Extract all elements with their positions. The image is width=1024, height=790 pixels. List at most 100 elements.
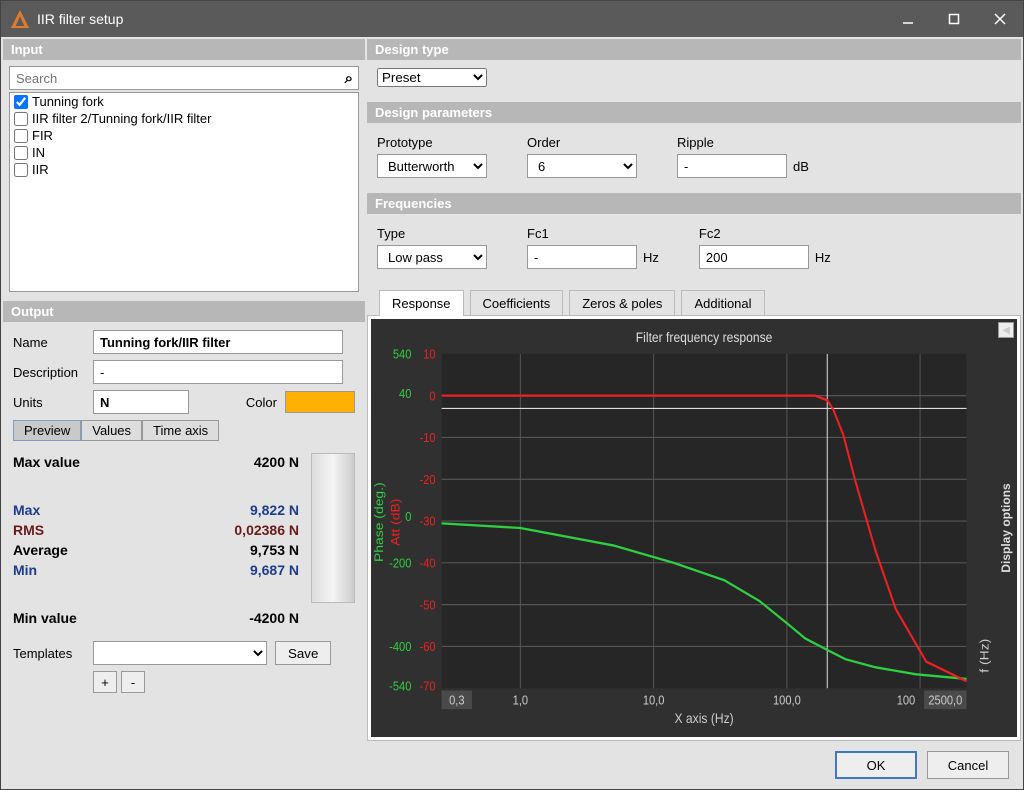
fc1-label: Fc1: [527, 226, 659, 241]
channel-checkbox[interactable]: [14, 112, 28, 126]
timeaxis-button[interactable]: Time axis: [142, 420, 219, 441]
maximize-button[interactable]: [931, 1, 977, 37]
search-input[interactable]: [9, 66, 359, 90]
units-label: Units: [13, 395, 85, 410]
svg-text:-200: -200: [389, 556, 412, 571]
templates-label: Templates: [13, 646, 85, 661]
values-button[interactable]: Values: [81, 420, 142, 441]
svg-text:-50: -50: [420, 598, 436, 613]
name-input[interactable]: [93, 330, 343, 354]
tab-additional[interactable]: Additional: [681, 290, 764, 316]
order-select[interactable]: 6: [527, 154, 637, 178]
design-params-header: Design parameters: [367, 102, 1021, 123]
name-label: Name: [13, 335, 85, 350]
svg-text:40: 40: [399, 386, 412, 401]
svg-text:540: 540: [393, 347, 412, 362]
design-type-select[interactable]: Preset: [377, 68, 487, 87]
maxvalue-label: Max value: [13, 454, 80, 470]
channel-label: FIR: [32, 128, 53, 143]
minimize-button[interactable]: [885, 1, 931, 37]
svg-text:Phase (deg.): Phase (deg.): [372, 482, 386, 562]
channel-listbox[interactable]: Tunning fork IIR filter 2/Tunning fork/I…: [9, 92, 359, 292]
channel-checkbox[interactable]: [14, 95, 28, 109]
frequencies-header: Frequencies: [367, 193, 1021, 214]
units-input[interactable]: [93, 390, 189, 414]
channel-checkbox[interactable]: [14, 146, 28, 160]
dialog-footer: OK Cancel: [1, 743, 1023, 789]
window-title: IIR filter setup: [37, 11, 885, 27]
svg-text:f (Hz): f (Hz): [978, 639, 992, 673]
design-type-panel: Design type Preset: [367, 39, 1021, 99]
svg-text:-10: -10: [420, 430, 436, 445]
app-icon: [11, 10, 29, 28]
fc2-input[interactable]: [699, 245, 809, 269]
design-params-panel: Design parameters Prototype Butterworth …: [367, 102, 1021, 190]
cancel-button[interactable]: Cancel: [927, 751, 1009, 779]
save-template-button[interactable]: Save: [275, 641, 331, 665]
tab-zeros-poles[interactable]: Zeros & poles: [569, 290, 675, 316]
preview-button[interactable]: Preview: [13, 420, 81, 441]
svg-text:10: 10: [423, 347, 436, 362]
svg-text:-400: -400: [389, 639, 412, 654]
templates-select[interactable]: [93, 641, 267, 665]
close-button[interactable]: [977, 1, 1023, 37]
list-item: Tunning fork: [10, 93, 358, 110]
filtertype-select[interactable]: Low pass: [377, 245, 487, 269]
titlebar: IIR filter setup: [1, 1, 1023, 37]
svg-text:0: 0: [405, 509, 411, 524]
svg-text:100,0: 100,0: [773, 693, 801, 708]
svg-text:X axis (Hz): X axis (Hz): [674, 710, 733, 726]
channel-label: IN: [32, 145, 45, 160]
list-item: IIR: [10, 161, 358, 178]
ripple-input[interactable]: [677, 154, 787, 178]
ripple-label: Ripple: [677, 135, 809, 150]
svg-text:0,3: 0,3: [449, 693, 465, 708]
response-chart[interactable]: ◀ Display options: [371, 319, 1017, 737]
order-label: Order: [527, 135, 637, 150]
channel-checkbox[interactable]: [14, 163, 28, 177]
tab-coefficients[interactable]: Coefficients: [470, 290, 564, 316]
max-label: Max: [13, 502, 40, 518]
description-input[interactable]: [93, 360, 343, 384]
svg-text:-60: -60: [420, 639, 436, 654]
window: IIR filter setup Input ⌕: [0, 0, 1024, 790]
min-label: Min: [13, 562, 37, 578]
rms-label: RMS: [13, 522, 44, 538]
svg-text:1,0: 1,0: [513, 693, 529, 708]
svg-text:Att (dB): Att (dB): [388, 499, 402, 546]
svg-text:10,0: 10,0: [643, 693, 665, 708]
input-panel-header: Input: [3, 39, 365, 60]
ripple-unit: dB: [793, 159, 809, 174]
minvalue-label: Min value: [13, 610, 77, 626]
input-panel: Input ⌕ Tunning fork IIR filter 2/Tunnin…: [3, 39, 365, 298]
ok-button[interactable]: OK: [835, 751, 917, 779]
output-panel-header: Output: [3, 301, 365, 322]
fc2-unit: Hz: [815, 250, 831, 265]
prototype-label: Prototype: [377, 135, 487, 150]
svg-text:2500,0: 2500,0: [928, 693, 962, 708]
template-remove-button[interactable]: -: [121, 671, 145, 693]
svg-text:-70: -70: [420, 679, 436, 694]
svg-text:Filter frequency response: Filter frequency response: [636, 329, 773, 345]
prototype-select[interactable]: Butterworth: [377, 154, 487, 178]
svg-text:-40: -40: [420, 556, 436, 571]
fc1-input[interactable]: [527, 245, 637, 269]
tab-response[interactable]: Response: [379, 290, 464, 316]
channel-checkbox[interactable]: [14, 129, 28, 143]
list-item: IN: [10, 144, 358, 161]
maxvalue-value: 4200 N: [254, 454, 299, 470]
rms-value: 0,02386 N: [234, 522, 299, 538]
description-label: Description: [13, 365, 85, 380]
filtertype-label: Type: [377, 226, 487, 241]
svg-text:100: 100: [897, 693, 916, 708]
svg-text:-20: -20: [420, 472, 436, 487]
chart-panel: Response Coefficients Zeros & poles Addi…: [367, 284, 1021, 741]
collapse-panel-icon[interactable]: ◀: [998, 322, 1014, 338]
fc1-unit: Hz: [643, 250, 659, 265]
channel-label: IIR: [32, 162, 49, 177]
display-options-button[interactable]: Display options: [997, 479, 1015, 576]
avg-label: Average: [13, 542, 68, 558]
min-value: 9,687 N: [250, 562, 299, 578]
template-add-button[interactable]: +: [93, 671, 117, 693]
color-picker[interactable]: [285, 391, 355, 413]
